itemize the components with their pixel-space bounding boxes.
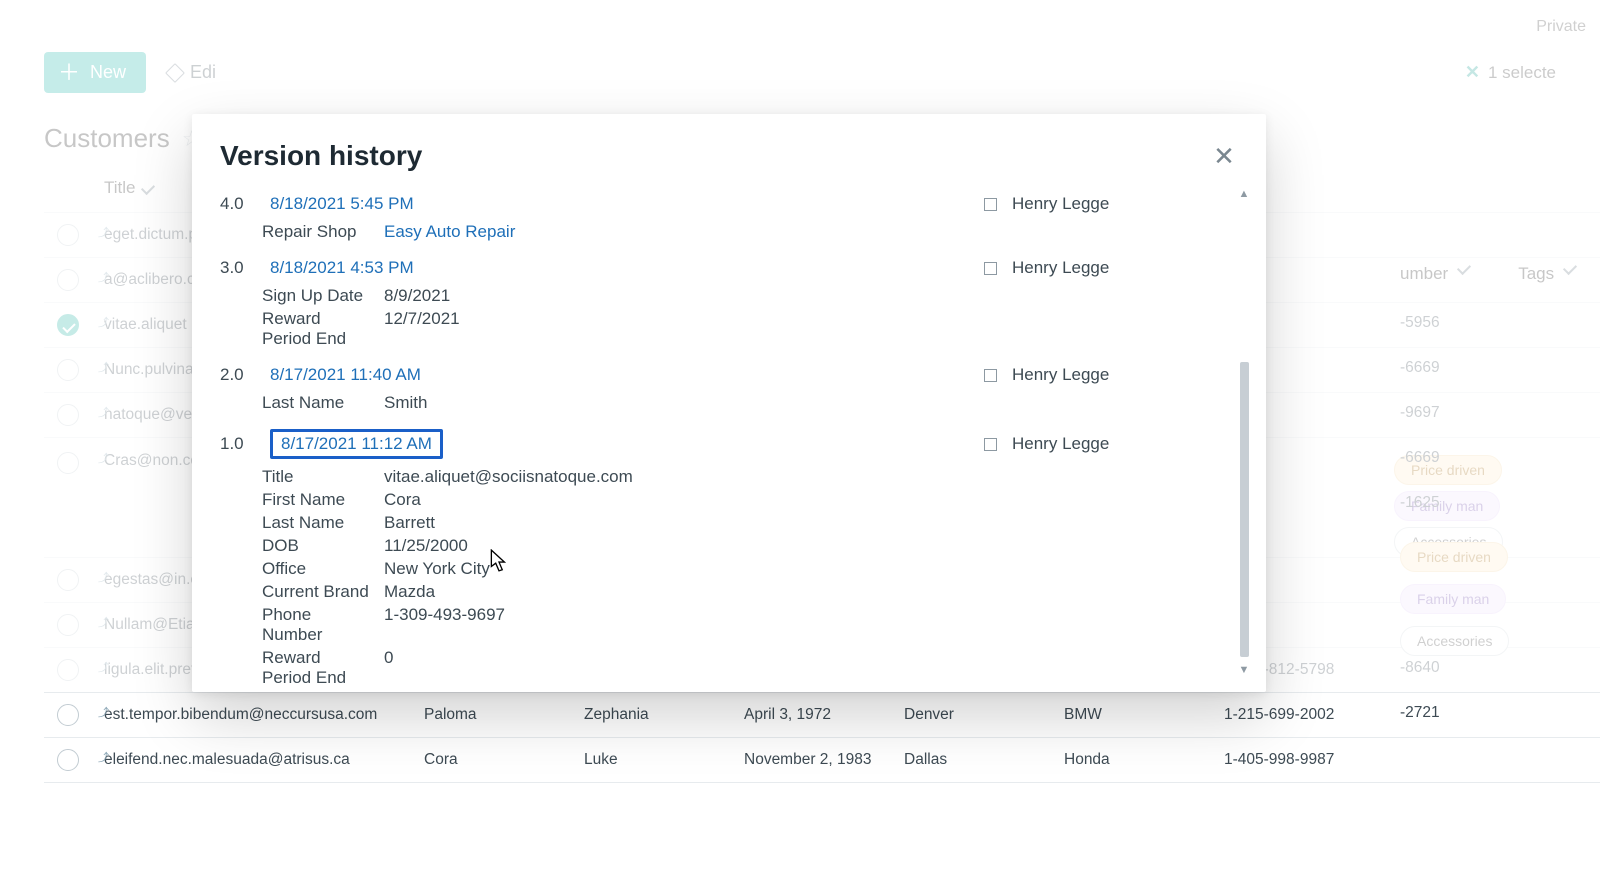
cell-title: eleifend.nec.malesuada@atrisus.ca xyxy=(104,751,350,768)
version-date-link[interactable]: 8/17/2021 11:12 AM xyxy=(270,429,976,459)
field-label: Reward Period End xyxy=(262,309,374,349)
field-value: 11/25/2000 xyxy=(384,536,1232,556)
version-checkbox[interactable] xyxy=(984,369,997,382)
version-number: 4.0 xyxy=(220,194,262,214)
version-checkbox[interactable] xyxy=(984,198,997,211)
version-fields: Last Name Smith xyxy=(262,393,1232,413)
version-row: 3.0 8/18/2021 4:53 PM Henry Legge xyxy=(220,254,1232,282)
table-row[interactable]: ⤴est.tempor.bibendum@neccursusa.comPalom… xyxy=(44,693,1600,738)
version-modified-by: Henry Legge xyxy=(1012,434,1232,454)
cell-title: est.tempor.bibendum@neccursusa.com xyxy=(104,706,377,723)
scrollbar[interactable]: ▲ ▼ xyxy=(1236,186,1252,678)
field-label: First Name xyxy=(262,490,374,510)
field-value: 1-309-493-9697 xyxy=(384,605,1232,645)
field-value: Barrett xyxy=(384,513,1232,533)
field-label: Last Name xyxy=(262,393,374,413)
dialog-title: Version history xyxy=(220,140,422,172)
cell-first: Cora xyxy=(424,751,458,768)
cell-phone: 1-405-998-9987 xyxy=(1224,751,1334,768)
version-row: 4.0 8/18/2021 5:45 PM Henry Legge xyxy=(220,190,1232,218)
version-checkbox[interactable] xyxy=(984,438,997,451)
table-row-right: -2721 xyxy=(1400,690,1600,735)
cell-phone: 1-215-699-2002 xyxy=(1224,706,1334,723)
version-modified-by: Henry Legge xyxy=(1012,258,1232,278)
version-date-link[interactable]: 8/18/2021 4:53 PM xyxy=(270,258,976,278)
cell-last: Luke xyxy=(584,751,618,768)
field-label: Reward Period End xyxy=(262,648,374,688)
table-row[interactable]: ⤴eleifend.nec.malesuada@atrisus.caCoraLu… xyxy=(44,738,1600,783)
field-label: Repair Shop xyxy=(262,222,374,242)
close-icon: ✕ xyxy=(1213,141,1235,172)
scrollbar-thumb[interactable] xyxy=(1240,362,1249,657)
version-number: 1.0 xyxy=(220,434,262,454)
field-label: Title xyxy=(262,467,374,487)
field-label: Sign Up Date xyxy=(262,286,374,306)
field-label: Current Brand xyxy=(262,582,374,602)
row-select-checkbox[interactable] xyxy=(57,704,79,726)
row-select-checkbox[interactable] xyxy=(57,749,79,771)
field-label: DOB xyxy=(262,536,374,556)
scrollbar-down-arrow[interactable]: ▼ xyxy=(1236,662,1252,678)
field-label: Phone Number xyxy=(262,605,374,645)
cell-phone: -2721 xyxy=(1400,704,1440,722)
field-label: Last Name xyxy=(262,513,374,533)
field-value: Mazda xyxy=(384,582,1232,602)
version-checkbox[interactable] xyxy=(984,262,997,275)
field-value[interactable]: Easy Auto Repair xyxy=(384,222,1232,242)
close-button[interactable]: ✕ xyxy=(1210,142,1238,170)
cell-first: Paloma xyxy=(424,706,477,723)
version-row: 1.0 8/17/2021 11:12 AM Henry Legge xyxy=(220,425,1232,463)
field-label: Office xyxy=(262,559,374,579)
version-modified-by: Henry Legge xyxy=(1012,365,1232,385)
cell-last: Zephania xyxy=(584,706,649,723)
cell-brand: BMW xyxy=(1064,706,1102,723)
version-history-dialog: Version history ✕ 4.0 8/18/2021 5:45 PM He… xyxy=(192,114,1266,692)
version-modified-by: Henry Legge xyxy=(1012,194,1232,214)
field-value: Smith xyxy=(384,393,1232,413)
version-number: 2.0 xyxy=(220,365,262,385)
field-value: vitae.aliquet@sociisnatoque.com xyxy=(384,467,1232,487)
version-number: 3.0 xyxy=(220,258,262,278)
version-date-link[interactable]: 8/17/2021 11:40 AM xyxy=(270,365,976,385)
version-fields: Repair Shop Easy Auto Repair xyxy=(262,222,1232,242)
scrollbar-up-arrow[interactable]: ▲ xyxy=(1236,186,1252,202)
field-value: New York City xyxy=(384,559,1232,579)
version-fields: Title vitae.aliquet@sociisnatoque.com Firs… xyxy=(262,467,1232,688)
cell-dob: November 2, 1983 xyxy=(744,751,872,768)
cell-brand: Honda xyxy=(1064,751,1110,768)
version-row: 2.0 8/17/2021 11:40 AM Henry Legge xyxy=(220,361,1232,389)
dialog-scroll-region: 4.0 8/18/2021 5:45 PM Henry Legge Repair Sh… xyxy=(192,186,1260,688)
field-value: Cora xyxy=(384,490,1232,510)
cell-dob: April 3, 1972 xyxy=(744,706,831,723)
field-value: 0 xyxy=(384,648,1232,688)
version-fields: Sign Up Date 8/9/2021 Reward Period End12/… xyxy=(262,286,1232,349)
field-value: 12/7/2021 xyxy=(384,309,1232,349)
cell-office: Denver xyxy=(904,706,954,723)
cell-office: Dallas xyxy=(904,751,947,768)
version-date-link[interactable]: 8/18/2021 5:45 PM xyxy=(270,194,976,214)
field-value: 8/9/2021 xyxy=(384,286,1232,306)
